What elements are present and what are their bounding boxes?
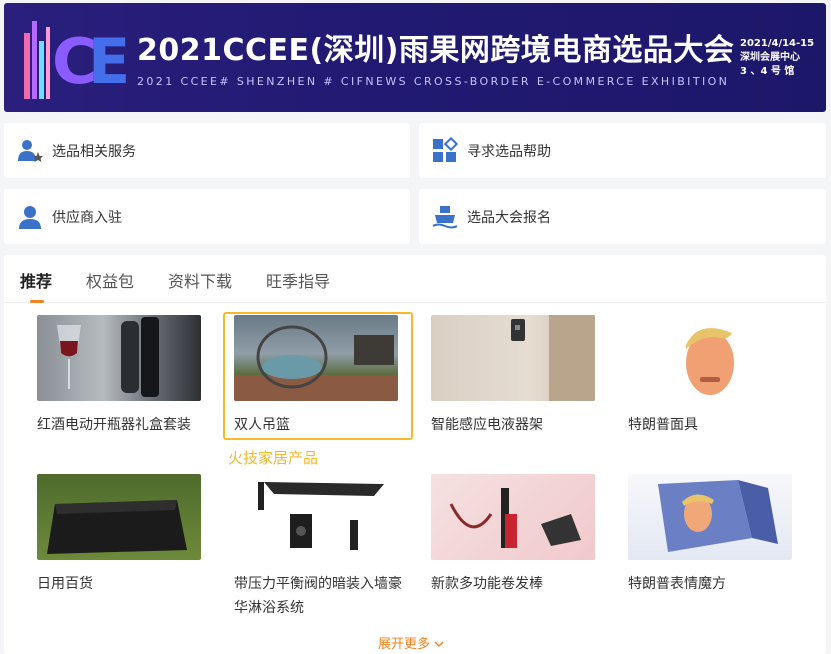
tab-benefits[interactable]: 权益包 (86, 268, 134, 292)
product-image-daily-goods (37, 474, 201, 560)
product-name: 带压力平衡阀的暗装入墙豪华淋浴系统 (234, 576, 402, 616)
highlight-box (223, 312, 413, 440)
product-name: 智能感应电液器架 (431, 417, 543, 433)
tab-downloads[interactable]: 资料下载 (168, 268, 232, 292)
chevron-down-icon (434, 637, 444, 652)
annotation-label: 火技家居产品 (228, 449, 319, 467)
event-venue: 深圳会展中心 (740, 52, 800, 63)
ship-icon (431, 203, 459, 231)
people-star-icon (16, 137, 44, 165)
product-name: 特朗普表情魔方 (628, 576, 726, 592)
product-card[interactable]: 智能感应电液器架 (431, 315, 613, 437)
active-tab-indicator (30, 300, 44, 303)
product-card[interactable]: 新款多功能卷发棒 (431, 474, 613, 596)
service-card-event-signup[interactable]: 选品大会报名 (419, 189, 826, 244)
service-card-selection-services[interactable]: 选品相关服务 (4, 123, 410, 178)
product-image-trump-mask (628, 315, 792, 401)
product-card[interactable]: 特朗普面具 (628, 315, 810, 437)
service-label: 选品相关服务 (52, 143, 136, 160)
banner-title: 2021CCEE(深圳)雨果网跨境电商选品大会 (137, 33, 735, 68)
product-panel: 推荐 权益包 资料下载 旺季指导 红酒电动开瓶器礼盒套装 双人吊篮 智能感应电液… (4, 255, 826, 654)
product-image-wine-opener (37, 315, 201, 401)
service-label: 供应商入驻 (52, 209, 122, 226)
product-image-trump-cube (628, 474, 792, 560)
svg-text:E: E (88, 25, 130, 98)
expand-more-button[interactable]: 展开更多 (378, 633, 444, 652)
product-name: 特朗普面具 (628, 417, 698, 433)
ccee-logo: C E (24, 21, 130, 99)
product-name: 日用百货 (37, 576, 93, 592)
tab-peak-season[interactable]: 旺季指导 (266, 268, 330, 292)
service-card-supplier-join[interactable]: 供应商入驻 (4, 189, 410, 244)
product-name: 红酒电动开瓶器礼盒套装 (37, 417, 191, 433)
banner-event-info: 2021/4/14-15 深圳会展中心 3 、4 号 馆 (740, 37, 820, 79)
grid-diamond-icon (431, 136, 459, 165)
service-label: 选品大会报名 (467, 209, 551, 226)
product-card[interactable]: 带压力平衡阀的暗装入墙豪华淋浴系统 (234, 474, 416, 620)
product-image-curling-iron (431, 474, 595, 560)
product-image-shower-system (234, 474, 398, 560)
person-icon (16, 203, 44, 231)
product-image-soap-dispenser (431, 315, 595, 401)
expand-more-label: 展开更多 (378, 637, 431, 652)
product-card[interactable]: 红酒电动开瓶器礼盒套装 (37, 315, 219, 437)
event-hall: 3 、4 号 馆 (740, 66, 795, 77)
product-card[interactable]: 日用百货 (37, 474, 219, 596)
service-label: 寻求选品帮助 (467, 143, 551, 160)
product-name: 新款多功能卷发棒 (431, 576, 543, 592)
service-card-selection-help[interactable]: 寻求选品帮助 (419, 123, 826, 178)
tab-recommend[interactable]: 推荐 (20, 268, 52, 292)
event-date: 2021/4/14-15 (740, 38, 815, 49)
product-card[interactable]: 特朗普表情魔方 (628, 474, 810, 596)
tab-bar: 推荐 权益包 资料下载 旺季指导 (4, 255, 826, 303)
banner-subtitle: 2021 CCEE# SHENZHEN # CIFNEWS CROSS-BORD… (137, 75, 730, 88)
event-banner[interactable]: C E 2021CCEE(深圳)雨果网跨境电商选品大会 2021 CCEE# S… (4, 3, 826, 112)
